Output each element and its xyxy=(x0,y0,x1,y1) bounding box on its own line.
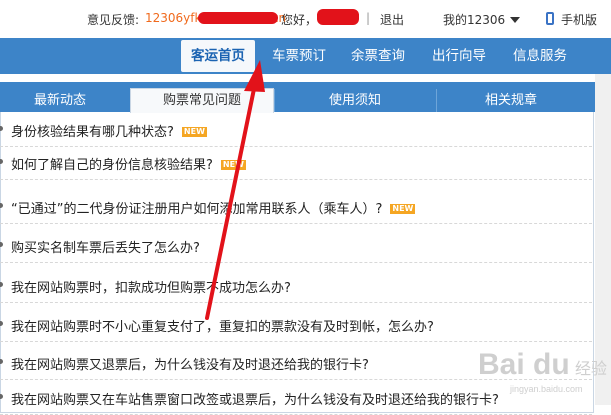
arrowhead-icon xyxy=(244,60,265,92)
red-arrow-annotation xyxy=(205,60,265,320)
